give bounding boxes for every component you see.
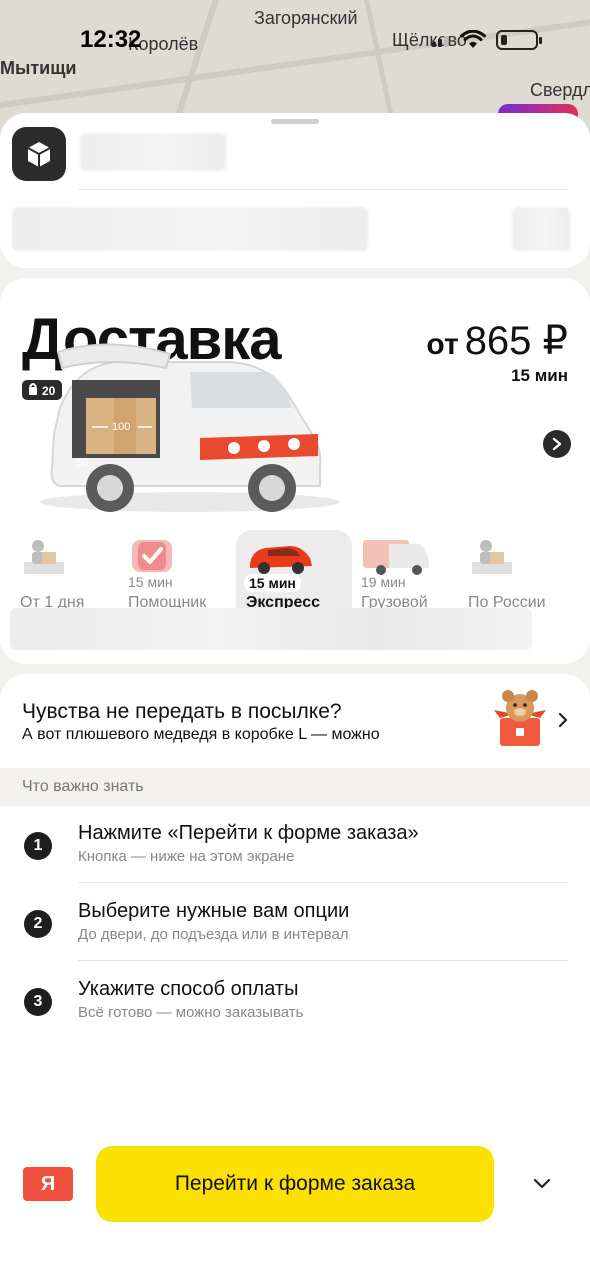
list-item: 2 Выберите нужные вам опции До двери, до… [0,884,590,962]
map-label-sverdl: Свердл [530,80,590,100]
delivery-price: от 865 ₽ 15 мин [426,318,568,386]
address-details-placeholder[interactable] [12,207,368,251]
tariff-time: 15 мин [128,574,173,590]
tariff-cargo[interactable]: 19 мин Грузовой [351,530,467,611]
price-from: от [426,328,459,361]
address-placeholder[interactable] [80,133,226,171]
chevron-right-icon [558,712,568,728]
list-item: 3 Укажите способ оплаты Всё готово — мож… [0,962,590,1040]
parcel-box-button[interactable] [12,127,66,181]
battery-icon [496,30,542,50]
bottom-action-bar: Я Перейти к форме заказа [0,1140,590,1230]
tariff-express[interactable]: 15 мин Экспресс [236,530,352,611]
step-number: 1 [24,832,52,860]
cargo-van-icon [363,540,429,575]
checkmark-icon [132,540,172,572]
price-value: 865 ₽ [464,319,568,363]
cellular-signal-icon [432,36,448,47]
tariff-time: 19 мин [361,574,406,590]
tariff-russia[interactable]: По России [458,530,574,611]
tariff-description-placeholder [10,608,532,650]
divider [78,960,568,961]
wifi-icon [460,30,486,48]
step-title: Нажмите «Перейти к форме заказа» [78,822,419,844]
chevron-right-icon [552,437,562,451]
box-width-label: 100 [112,421,130,433]
delivery-car-illustration: 20 100 50 [22,343,340,512]
promo-subtitle: А вот плюшевого медведя в коробке L — мо… [22,726,380,743]
status-time: 12:32 [80,26,142,53]
battery-level [501,35,507,45]
step-subtitle: Кнопка — ниже на этом экране [78,848,295,865]
step-number: 3 [24,988,52,1016]
lock-badge-label: 20 [42,384,56,398]
list-item: 1 Нажмите «Перейти к форме заказа» Кнопк… [0,806,590,884]
divider [78,189,568,190]
sheet-grabber[interactable] [271,119,319,124]
status-icons [432,30,542,50]
tariff-helper[interactable]: 15 мин Помощник [118,530,234,611]
delivery-time: 15 мин [511,366,568,385]
express-car-icon [250,546,312,574]
address-extra-placeholder[interactable] [512,207,570,251]
chevron-down-icon[interactable] [530,1174,554,1194]
next-tariff-button[interactable] [543,430,571,458]
step-subtitle: Всё готово — можно заказывать [78,1004,304,1021]
tariff-time: 15 мин [244,574,301,592]
yandex-logo: Я [23,1167,73,1201]
tariff-selector: От 1 дня 15 мин Помощник 15 мин Экспресс… [0,530,590,611]
step-title: Выберите нужные вам опции [78,900,350,922]
tariff-from-1-day[interactable]: От 1 дня [10,530,126,611]
courier-desk-icon [472,540,512,574]
step-subtitle: До двери, до подъезда или в интервал [78,926,349,943]
divider [78,882,568,883]
info-section-title: Что важно знать [22,778,144,795]
promo-title: Чувства не передать в посылке? [22,700,342,723]
courier-desk-icon [24,540,64,574]
go-to-order-form-button[interactable]: Перейти к форме заказа [96,1146,494,1222]
box-height-label: 50 [76,457,88,469]
promo-banner[interactable]: Чувства не передать в посылке? А вот плю… [0,674,590,768]
screen: Загорянский Королёв Мытищи Щёлково Сверд… [0,0,590,1280]
teddy-bear-box-icon [494,690,546,746]
info-section-header: Что важно знать [0,768,590,806]
step-title: Укажите способ оплаты [78,978,299,1000]
price-line: от 865 ₽ [426,318,568,364]
parcel-box-icon [27,142,51,167]
step-number: 2 [24,910,52,938]
address-sheet [0,113,590,268]
delivery-card[interactable]: Доставка от 865 ₽ 15 мин 20 100 50 От 1 … [0,278,590,664]
status-bar: 12:32 [0,0,590,80]
